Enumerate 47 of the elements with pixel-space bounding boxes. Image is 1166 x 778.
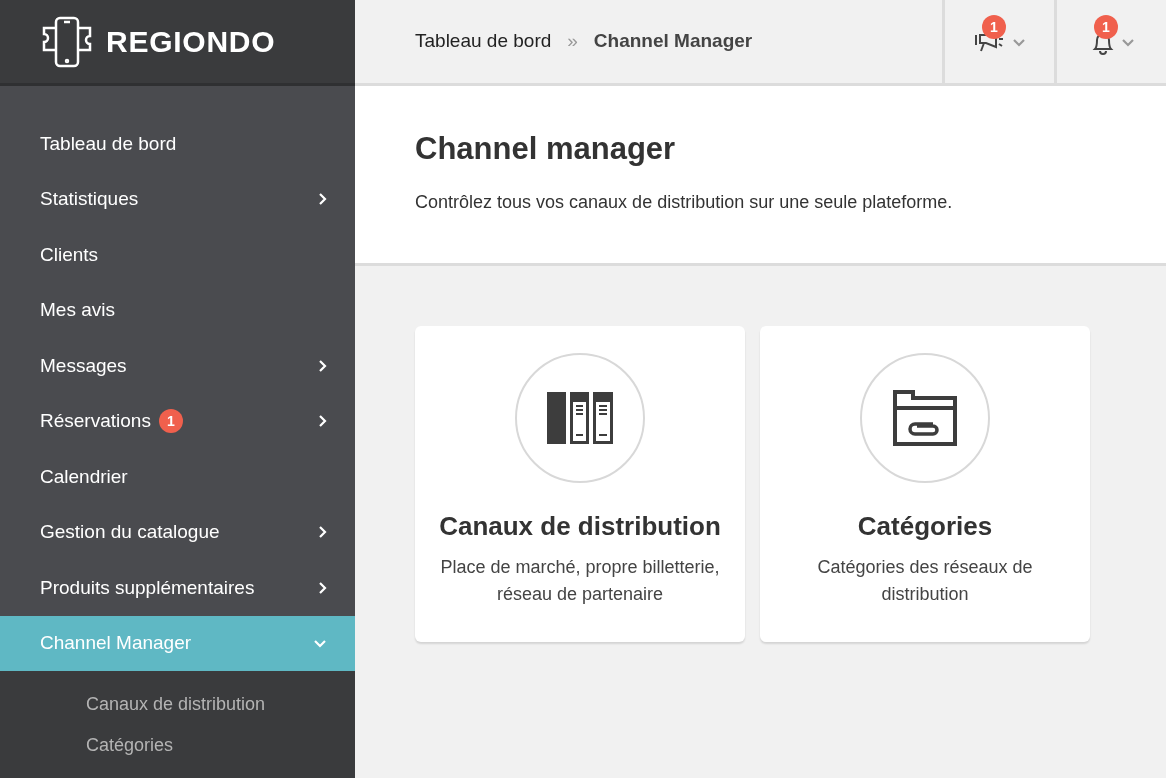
submenu-item[interactable]: Canaux de distribution xyxy=(0,691,355,718)
sidebar-item-label: Réservations xyxy=(40,409,151,433)
sidebar-item-label: Messages xyxy=(40,353,127,378)
sidebar-item[interactable]: Calendrier xyxy=(0,449,355,505)
sidebar-item-label: Gestion du catalogue xyxy=(40,520,220,544)
sidebar-item-label: Calendrier xyxy=(40,464,128,489)
sidebar-item[interactable]: Réservations 1 xyxy=(0,393,355,449)
card-title: Catégories xyxy=(857,510,993,543)
sidebar-item[interactable]: Clients xyxy=(0,227,355,283)
sidebar-item-label: Tableau de bord xyxy=(40,131,177,156)
feature-card[interactable]: Catégories Catégories des réseaux de distribution xyxy=(760,326,1090,642)
sidebar-item[interactable]: Messages xyxy=(0,338,355,394)
feature-card[interactable]: Canaux de distribution Place de marché, propre billetterie, réseau de partenaire xyxy=(415,326,745,642)
page-title: Channel manager xyxy=(415,130,677,168)
notification-badge: 1 xyxy=(982,15,1006,39)
sidebar-item-label: Mes avis xyxy=(40,298,115,322)
sidebar-item[interactable]: Statistiques xyxy=(0,171,355,227)
folder-paperclip-icon xyxy=(893,390,957,446)
sidebar-item[interactable]: Tableau de bord xyxy=(0,116,355,172)
sidebar-item[interactable]: Produits supplémentaires xyxy=(0,560,355,616)
sidebar-item[interactable]: Gestion du catalogue xyxy=(0,504,355,560)
breadcrumb-item[interactable]: Tableau de bord xyxy=(415,27,552,56)
sidebar-item-label: Statistiques xyxy=(40,187,139,211)
chevron-right-icon xyxy=(317,580,327,595)
submenu-item[interactable]: Catégories xyxy=(0,732,355,759)
page-subtitle: Contrôlez tous vos canaux de distribution sur une seule plateforme. xyxy=(415,190,954,214)
chevron-down-icon xyxy=(1120,36,1135,47)
sidebar-item-label: Channel Manager xyxy=(40,631,192,655)
sidebar-item-label: Clients xyxy=(40,242,99,267)
card-description: Place de marché, propre billetterie, réseau de partenaire xyxy=(439,556,721,606)
count-badge: 1 xyxy=(158,409,183,434)
chevron-right-icon xyxy=(317,525,327,540)
chevron-down-icon xyxy=(1011,36,1026,47)
logo-icon xyxy=(40,14,94,69)
sidebar-item-label: Produits supplémentaires xyxy=(40,575,255,600)
breadcrumb-separator: » xyxy=(567,29,578,54)
binders-icon xyxy=(547,392,613,444)
breadcrumb-item: Channel Manager xyxy=(593,29,753,54)
notification-badge: 1 xyxy=(1094,15,1118,39)
chevron-right-icon xyxy=(317,358,327,373)
logo-text: REGIONDO xyxy=(106,24,276,60)
sidebar-item[interactable]: Mes avis xyxy=(0,282,355,338)
card-description: Catégories des réseaux de distribution xyxy=(816,556,1034,606)
chevron-right-icon xyxy=(317,414,327,429)
chevron-down-icon xyxy=(313,638,327,649)
card-title: Canaux de distribution xyxy=(439,510,721,543)
chevron-right-icon xyxy=(317,192,327,207)
